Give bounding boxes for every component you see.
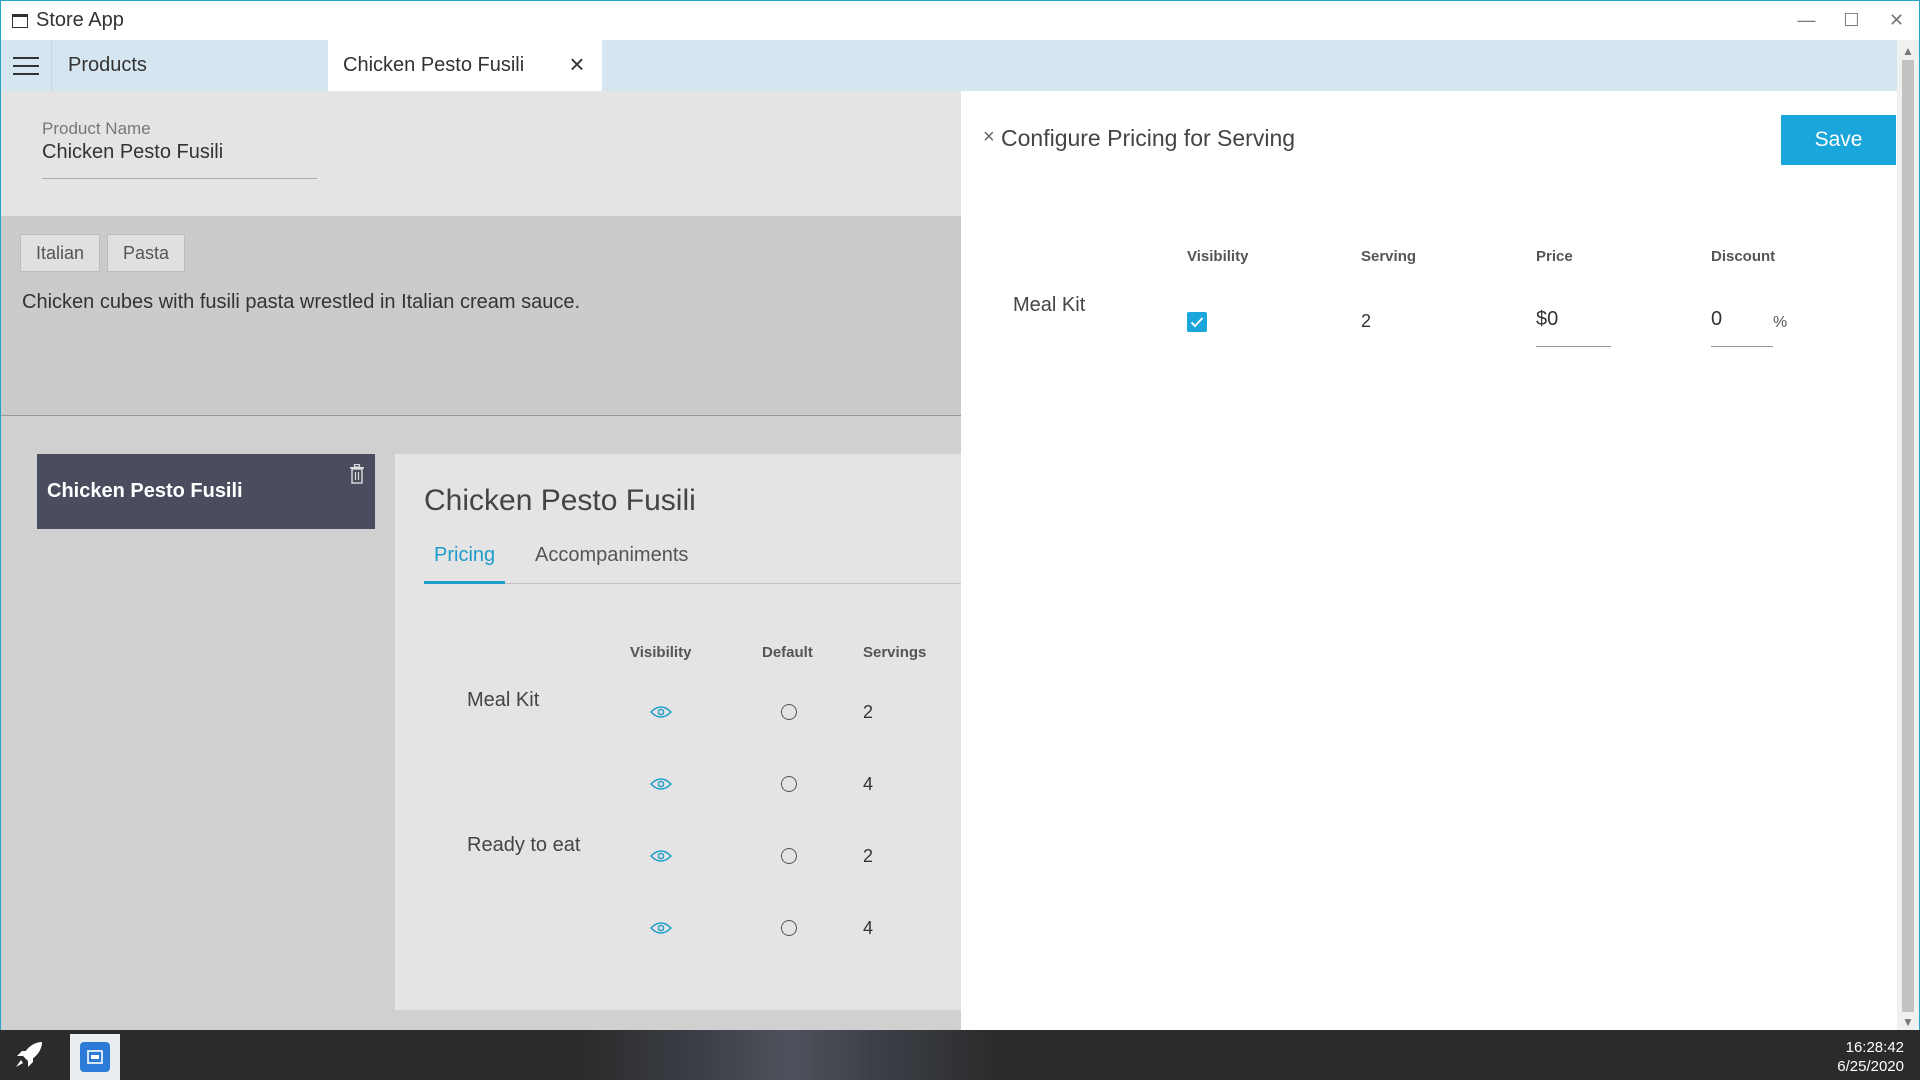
trash-icon[interactable] (349, 464, 365, 484)
product-description[interactable]: Chicken cubes with fusili pasta wrestled… (22, 291, 580, 314)
discount-value: 0 (1711, 308, 1723, 330)
default-radio[interactable] (781, 920, 797, 936)
row-label-ready-to-eat: Ready to eat (467, 834, 581, 856)
tab-chicken-pesto-fusili[interactable]: Chicken Pesto Fusili × (328, 40, 602, 91)
minimize-icon[interactable]: — (1784, 1, 1829, 40)
col-servings: Servings (863, 644, 927, 661)
row-label-meal-kit: Meal Kit (467, 689, 540, 711)
window-title: Store App (36, 9, 124, 31)
taskbar: 16:28:42 6/25/2020 (0, 1030, 1920, 1080)
tab-pricing[interactable]: Pricing (424, 542, 506, 584)
tab-close-icon[interactable]: × (566, 51, 588, 77)
serving-value: 2 (1361, 311, 1372, 331)
servings-value: 2 (863, 846, 874, 866)
close-window-icon[interactable]: ✕ (1874, 1, 1919, 40)
visibility-checkbox[interactable] (1187, 312, 1207, 332)
clock-time: 16:28:42 (1845, 1039, 1904, 1056)
menu-icon[interactable] (1, 40, 52, 91)
eye-icon[interactable] (650, 849, 672, 863)
pricing-panel-title: Configure Pricing for Serving (1001, 125, 1296, 151)
row-label-meal-kit: Meal Kit (1013, 294, 1086, 316)
col-serving: Serving (1361, 248, 1417, 265)
window-controls: — ☐ ✕ (1784, 1, 1919, 40)
eye-icon[interactable] (650, 921, 672, 935)
discount-input[interactable]: 0 (1711, 308, 1773, 347)
description-section: Italian Pasta Chicken cubes with fusili … (1, 216, 961, 416)
servings-value: 4 (863, 918, 874, 938)
save-button[interactable]: Save (1781, 115, 1896, 165)
app-window: Store App — ☐ ✕ Products Chicken Pesto F… (0, 0, 1920, 1031)
scroll-down-icon[interactable]: ▼ (1902, 1015, 1914, 1029)
col-default: Default (762, 644, 813, 661)
tab-strip: Products Chicken Pesto Fusili × (1, 40, 1897, 91)
store-app-taskbar-icon[interactable] (70, 1034, 120, 1080)
desktop-wallpaper (580, 1030, 1000, 1080)
eye-icon[interactable] (650, 777, 672, 791)
product-editor: Product Name Chicken Pesto Fusili Italia… (1, 91, 961, 1031)
vertical-scrollbar[interactable]: ▲ ▼ (1897, 40, 1919, 1031)
default-radio[interactable] (781, 848, 797, 864)
serving-detail-panel: Chicken Pesto Fusili Pricing Accompanime… (395, 454, 961, 1010)
check-icon (1190, 317, 1204, 328)
tag-pasta[interactable]: Pasta (107, 234, 186, 272)
maximize-icon[interactable]: ☐ (1829, 1, 1874, 40)
rocket-icon[interactable] (12, 1040, 46, 1070)
tab-label: Chicken Pesto Fusili (343, 54, 525, 76)
tag-italian[interactable]: Italian (20, 234, 101, 272)
col-discount: Discount (1711, 248, 1776, 265)
col-visibility: Visibility (1187, 248, 1249, 265)
price-prefix: $ (1536, 308, 1548, 330)
clock-date: 6/25/2020 (1837, 1058, 1904, 1075)
col-price: Price (1536, 248, 1573, 265)
price-value: 0 (1547, 308, 1559, 330)
default-radio[interactable] (781, 776, 797, 792)
pricing-config-panel: × Configure Pricing for Serving Save Vis… (961, 91, 1897, 1031)
serving-card-title: Chicken Pesto Fusili (47, 480, 243, 502)
close-panel-icon[interactable]: × (983, 126, 995, 149)
detail-tabs: Pricing Accompaniments (424, 542, 961, 584)
tab-products[interactable]: Products (53, 40, 327, 91)
default-radio[interactable] (781, 704, 797, 720)
detail-title: Chicken Pesto Fusili (424, 484, 696, 517)
servings-value: 2 (863, 702, 874, 722)
scrollbar-thumb[interactable] (1902, 60, 1914, 1012)
col-visibility: Visibility (630, 644, 692, 661)
window-icon (12, 13, 28, 28)
scroll-up-icon[interactable]: ▲ (1902, 44, 1914, 58)
eye-icon[interactable] (650, 705, 672, 719)
percent-suffix: % (1773, 314, 1788, 331)
price-input[interactable]: $0 (1536, 308, 1611, 347)
title-bar: Store App — ☐ ✕ (1, 1, 1919, 40)
tab-accompaniments[interactable]: Accompaniments (535, 544, 688, 567)
product-name-label: Product Name (42, 119, 151, 138)
serving-card[interactable]: Chicken Pesto Fusili (37, 454, 375, 529)
product-name-section: Product Name Chicken Pesto Fusili (1, 91, 961, 216)
product-name-field[interactable]: Chicken Pesto Fusili (42, 141, 317, 179)
servings-value: 4 (863, 774, 874, 794)
system-clock: 16:28:42 6/25/2020 (1837, 1038, 1904, 1076)
